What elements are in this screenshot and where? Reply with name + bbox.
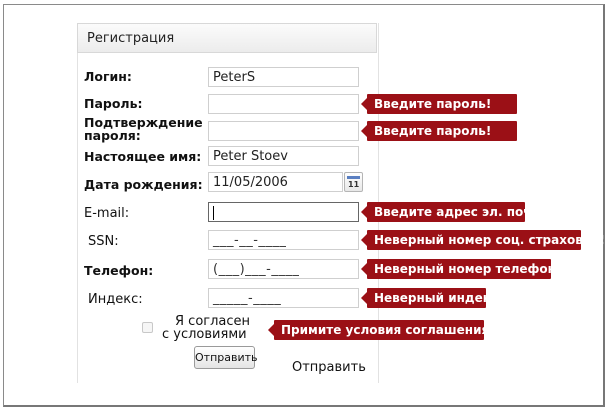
password-input[interactable] [208, 94, 359, 114]
confirm-password-input[interactable] [208, 121, 359, 141]
email-error-tooltip: Введите адрес эл. почты! [361, 202, 555, 222]
password-error-tooltip: Введите пароль! [361, 94, 517, 114]
birthdate-label: Дата рождения: [84, 177, 203, 192]
login-label: Логин: [84, 69, 132, 84]
calendar-icon-header [347, 176, 360, 179]
realname-value: Peter Stoev [213, 149, 288, 164]
phone-mask: (___)___-____ [213, 262, 300, 277]
confirm-password-error-tooltip: Введите пароль! [361, 121, 517, 141]
panel-title: Регистрация [87, 31, 175, 46]
calendar-icon-day: 11 [348, 180, 360, 189]
submit-plain-label[interactable]: Отправить [292, 360, 366, 375]
birthdate-value: 11/05/2006 [213, 175, 288, 190]
password-label: Пароль: [84, 96, 143, 111]
terms-error-text: Примите условия соглашения [281, 323, 490, 337]
confirm-password-label-line2: пароля: [84, 128, 141, 143]
confirm-password-error-text: Введите пароль! [374, 124, 492, 138]
ssn-error-text: Неверный номер соц. страховки! [374, 233, 605, 247]
email-input[interactable] [208, 202, 359, 222]
phone-label: Телефон: [84, 263, 154, 278]
phone-error-text: Неверный номер телефона! [374, 262, 570, 276]
panel-header: Регистрация [77, 23, 377, 53]
text-caret [213, 205, 214, 220]
birthdate-input[interactable]: 11/05/2006 [208, 172, 343, 192]
realname-label: Настоящее имя: [84, 149, 202, 164]
ssn-error-tooltip: Неверный номер соц. страховки! [361, 230, 605, 250]
terms-label-line2: с условиями [162, 327, 247, 342]
calendar-icon[interactable]: 11 [344, 172, 363, 192]
submit-button[interactable]: Отправить [194, 346, 258, 369]
ssn-mask: ___-__-____ [213, 233, 287, 248]
phone-error-tooltip: Неверный номер телефона! [361, 259, 570, 279]
login-input[interactable]: PeterS [208, 67, 359, 87]
zip-error-tooltip: Неверный индекс! [361, 288, 504, 308]
zip-error-text: Неверный индекс! [374, 291, 504, 305]
password-error-text: Введите пароль! [374, 97, 492, 111]
email-error-text: Введите адрес эл. почты! [374, 205, 555, 219]
zip-input[interactable]: _____-____ [208, 288, 359, 308]
realname-input[interactable]: Peter Stoev [208, 146, 359, 166]
terms-checkbox[interactable] [142, 322, 153, 333]
zip-label: Индекс: [88, 292, 143, 307]
terms-error-tooltip: Примите условия соглашения [268, 320, 489, 340]
zip-mask: _____-____ [213, 291, 282, 306]
email-label: E-mail: [84, 206, 130, 221]
login-value: PeterS [213, 70, 256, 85]
ssn-input[interactable]: ___-__-____ [208, 230, 359, 250]
ssn-label: SSN: [88, 234, 119, 249]
phone-input[interactable]: (___)___-____ [208, 259, 359, 279]
